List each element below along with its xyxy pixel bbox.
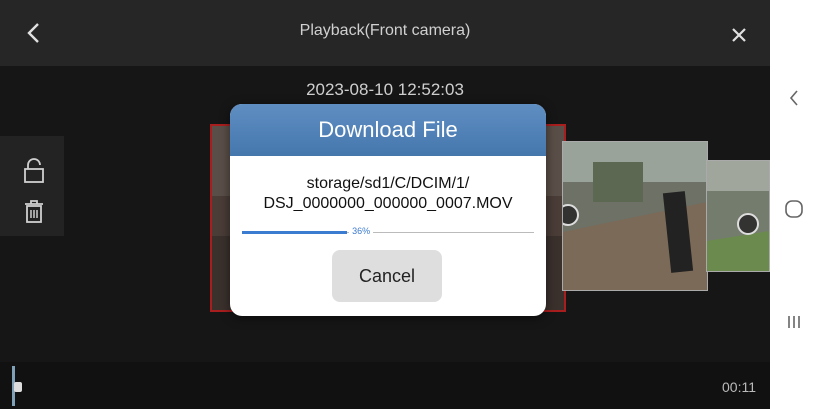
top-bar: Playback(Front camera)	[0, 0, 770, 66]
recording-timestamp: 2023-08-10 12:52:03	[306, 80, 464, 99]
page-title: Playback(Front camera)	[299, 22, 471, 39]
file-path: storage/sd1/C/DCIM/1/ DSJ_0000000_000000…	[230, 174, 546, 214]
side-toolbar	[0, 136, 64, 236]
progress-fill	[242, 231, 348, 234]
file-path-line: storage/sd1/C/DCIM/1/	[306, 175, 470, 192]
download-progress: 36%	[242, 226, 534, 240]
recents-icon	[788, 316, 800, 328]
timeline-bar[interactable]: 00:11	[0, 362, 770, 409]
home-circle-icon	[785, 200, 803, 218]
file-path-line: DSJ_0000000_000000_0007.MOV	[263, 195, 513, 212]
unlock-button[interactable]	[22, 158, 46, 184]
download-dialog: Download File storage/sd1/C/DCIM/1/ DSJ_…	[230, 104, 546, 316]
close-icon	[732, 28, 746, 42]
play-icon	[737, 213, 759, 235]
unlock-icon	[24, 158, 44, 183]
video-thumbnail[interactable]	[562, 141, 708, 291]
system-nav-bar	[770, 0, 818, 409]
end-time: 00:11	[722, 379, 756, 395]
nav-home-button[interactable]	[782, 197, 806, 221]
thumbnail-image	[707, 161, 769, 271]
volume-icon[interactable]	[14, 382, 22, 392]
trash-icon	[25, 200, 43, 223]
video-thumbnail[interactable]	[706, 160, 770, 272]
thumbnail-image	[563, 142, 707, 290]
dialog-title: Download File	[230, 104, 546, 156]
playback-screen: Playback(Front camera) 2023-08-10 12:52:…	[0, 0, 770, 409]
close-button[interactable]	[724, 20, 754, 50]
nav-recents-button[interactable]	[782, 310, 806, 334]
cancel-button[interactable]: Cancel	[332, 250, 442, 302]
delete-button[interactable]	[22, 198, 46, 224]
progress-label: 36%	[349, 226, 374, 236]
chevron-left-icon	[789, 90, 798, 106]
nav-back-button[interactable]	[782, 86, 806, 110]
